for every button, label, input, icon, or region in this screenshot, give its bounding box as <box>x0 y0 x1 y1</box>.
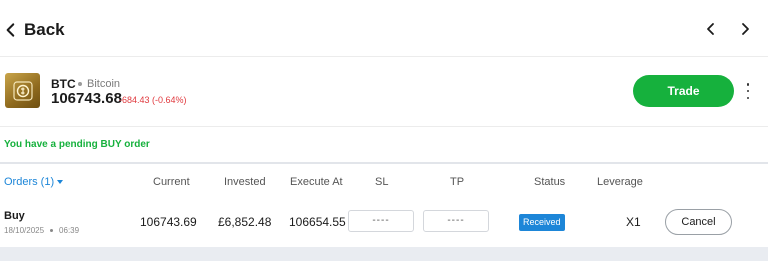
cancel-order-button[interactable]: Cancel <box>665 209 732 235</box>
price-change: -684.43 (-0.64%) <box>119 95 187 105</box>
chevron-left-icon <box>6 23 15 37</box>
column-header-tp: TP <box>450 176 465 188</box>
order-leverage: X1 <box>626 215 641 229</box>
top-bar: Back <box>0 0 768 57</box>
orders-table: Orders (1) Current Invested Execute At S… <box>0 162 768 247</box>
more-options-icon[interactable] <box>742 83 754 99</box>
order-date: 18/10/2025 <box>4 226 45 235</box>
orders-tab-label: Orders (1) <box>4 176 55 188</box>
asset-logo <box>5 73 40 108</box>
asset-name: Bitcoin <box>87 78 121 90</box>
order-current: 106743.69 <box>140 215 197 229</box>
column-header-status: Status <box>534 176 566 188</box>
asset-price: 106743.68 <box>51 90 122 107</box>
more-dot <box>746 89 750 93</box>
separator-dot <box>78 82 82 86</box>
order-time: 06:39 <box>59 226 80 235</box>
more-dot <box>746 83 750 86</box>
column-header-invested: Invested <box>224 176 266 188</box>
orders-tab[interactable]: Orders (1) <box>4 176 64 188</box>
order-execute-at: 106654.55 <box>289 215 346 229</box>
back-button[interactable]: Back <box>2 16 65 44</box>
back-label: Back <box>24 20 65 39</box>
caret-down-icon <box>57 180 64 184</box>
order-side: Buy <box>4 210 25 222</box>
column-header-sl: SL <box>375 176 389 188</box>
next-button[interactable] <box>735 19 755 39</box>
asset-ticker: BTC <box>51 77 76 91</box>
bitcoin-logo-icon <box>12 80 33 101</box>
bottom-panel <box>0 247 768 261</box>
order-invested: £6,852.48 <box>218 215 272 229</box>
column-header-leverage: Leverage <box>597 176 643 188</box>
chevron-right-icon <box>742 23 749 35</box>
more-dot <box>746 96 750 99</box>
status-badge: Received <box>519 214 565 231</box>
tp-field[interactable]: ---- <box>423 210 489 232</box>
order-datetime: 18/10/2025 06:39 <box>4 226 79 235</box>
separator-dot <box>50 229 54 232</box>
chevron-left-icon <box>707 23 714 35</box>
column-header-execute-at: Execute At <box>290 176 343 188</box>
pending-order-message: You have a pending BUY order <box>4 139 150 150</box>
asset-header: BTC Bitcoin 106743.68 -684.43 (-0.64%) T… <box>0 57 768 127</box>
sl-field[interactable]: ---- <box>348 210 414 232</box>
trade-button[interactable]: Trade <box>633 75 734 107</box>
column-header-current: Current <box>153 176 190 188</box>
previous-button[interactable] <box>701 19 721 39</box>
